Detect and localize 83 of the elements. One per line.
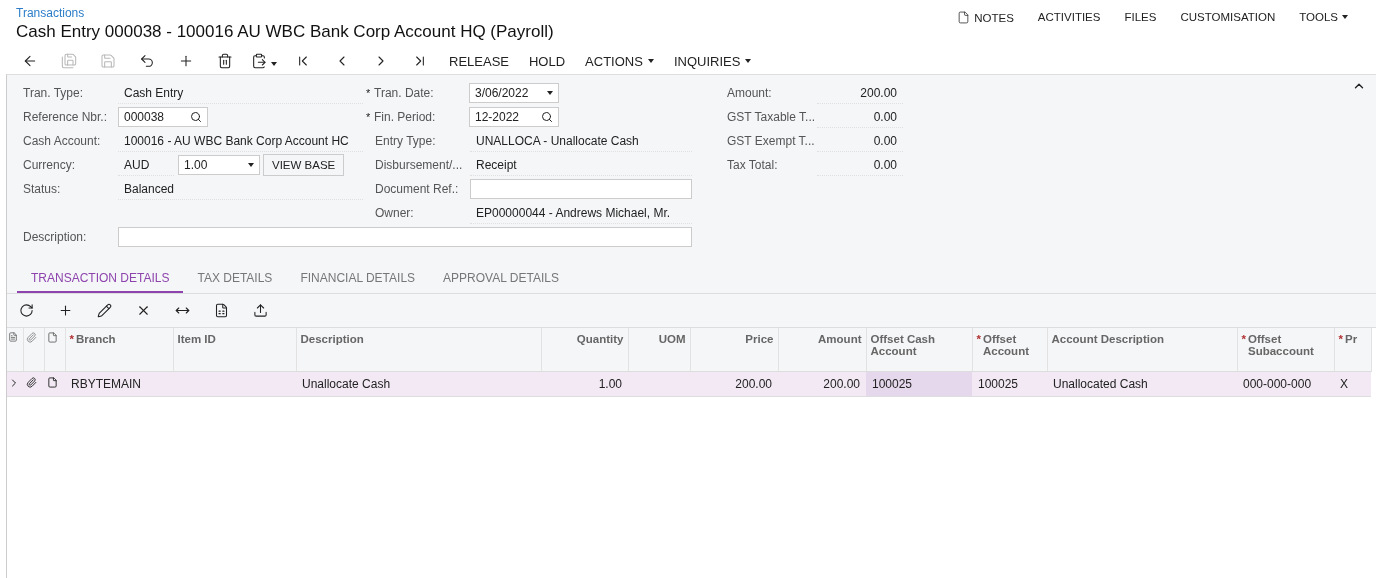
page-title: Cash Entry 000038 - 100016 AU WBC Bank Corp Account HQ (Payroll) (16, 22, 555, 42)
column-header[interactable]: Item ID (177, 333, 216, 345)
field-label: Tran. Type: (23, 86, 85, 100)
field-value: Cash Entry (118, 82, 363, 104)
column-header[interactable]: Pr (1345, 333, 1358, 345)
field-label: Fin. Period: (374, 110, 437, 124)
toolbar-button[interactable]: INQUIRIES (663, 48, 762, 74)
top-link[interactable]: TOOLS (1287, 11, 1360, 23)
column-header[interactable]: Quantity (576, 333, 624, 345)
view-base-button[interactable]: VIEW BASE (263, 154, 345, 176)
table-cell: Unallocated Cash (1053, 377, 1148, 391)
required-mark: * (366, 87, 372, 99)
field-label: Tran. Date: (374, 86, 435, 100)
table-cell: RBYTEMAIN (71, 377, 141, 391)
column-header[interactable]: Description (300, 333, 364, 345)
field-label: Status: (23, 182, 62, 196)
required-mark: * (366, 111, 372, 123)
toolbar-button[interactable]: ACTIONS (575, 48, 664, 74)
field-label: Tax Total: (727, 158, 779, 172)
table-cell: 000-000-000 (1243, 377, 1312, 391)
field-label: Cash Account: (23, 134, 102, 148)
toolbar-button[interactable]: RELEASE (439, 48, 519, 74)
field-label: Entry Type: (375, 134, 437, 148)
lookup-field[interactable]: 12-2022 (469, 107, 559, 127)
search-icon[interactable] (190, 111, 202, 123)
required-mark: * (1338, 333, 1343, 345)
paperclip-icon[interactable] (26, 377, 37, 388)
top-link[interactable]: ACTIVITIES (1025, 11, 1113, 23)
date-field[interactable]: 3/06/2022 (469, 83, 559, 103)
tab[interactable]: APPROVAL DETAILS (429, 265, 573, 293)
field-value: Receipt (470, 154, 692, 176)
breadcrumb-link[interactable]: Transactions (16, 6, 762, 20)
required-mark: * (69, 333, 74, 345)
field-label: Document Ref.: (375, 182, 460, 196)
note-icon (957, 11, 971, 24)
note-icon (46, 332, 58, 343)
field-value: Balanced (118, 178, 363, 200)
input-field[interactable] (470, 179, 692, 199)
field-label: Reference Nbr.: (23, 110, 109, 124)
top-link[interactable]: CUSTOMISATION (1168, 11, 1288, 23)
paperclip-icon (25, 332, 37, 343)
field-value: 100016 - AU WBC Bank Corp Account HC (118, 130, 363, 152)
field-label: GST Exempt T... (727, 134, 816, 148)
top-link[interactable]: FILES (1112, 11, 1169, 23)
rate-dropdown[interactable]: 1.00 (178, 155, 260, 175)
field-label: Amount: (727, 86, 773, 100)
column-header[interactable]: Amount (818, 333, 862, 345)
tab[interactable]: TAX DETAILS (183, 265, 287, 293)
column-header[interactable]: Price (745, 333, 774, 345)
field-value: 0.00 (817, 130, 903, 152)
required-mark: * (1241, 333, 1246, 345)
table-cell: Unallocate Cash (302, 377, 391, 391)
field-value: 0.00 (817, 154, 903, 176)
note-icon[interactable] (47, 377, 58, 388)
field-label: Currency: (23, 158, 76, 172)
table-cell: X (1340, 377, 1348, 391)
table-cell: 200.00 (735, 377, 772, 391)
column-header[interactable]: UOM (658, 333, 686, 345)
column-header[interactable]: Offset Subaccount (1248, 333, 1326, 357)
currency-value: AUD (118, 154, 174, 176)
column-header[interactable]: Account Description (1051, 333, 1164, 345)
field-label: Owner: (375, 206, 415, 220)
field-label: Disbursement/... (375, 158, 464, 172)
column-header[interactable]: Offset Account (983, 333, 1039, 357)
tab[interactable]: TRANSACTION DETAILS (17, 265, 184, 293)
field-label: Description: (23, 230, 88, 244)
table-cell: 100025 (872, 377, 913, 391)
top-link[interactable]: NOTES (945, 11, 1026, 24)
description-field[interactable] (118, 227, 692, 247)
field-label: GST Taxable T... (727, 110, 817, 124)
required-mark: * (976, 333, 981, 345)
field-value: EP00000044 - Andrews Michael, Mr. (470, 202, 692, 224)
tab[interactable]: FINANCIAL DETAILS (286, 265, 430, 293)
table-cell: 1.00 (598, 377, 622, 391)
table-cell: 200.00 (823, 377, 860, 391)
lookup-field[interactable]: 000038 (118, 107, 208, 127)
field-value: 200.00 (817, 82, 903, 104)
field-value: 0.00 (817, 106, 903, 128)
toolbar-button[interactable]: HOLD (519, 48, 576, 74)
search-icon[interactable] (541, 111, 553, 123)
field-value: UNALLOCA - Unallocate Cash (470, 130, 692, 152)
column-header[interactable]: Branch (76, 333, 116, 345)
table-cell: 100025 (978, 377, 1019, 391)
